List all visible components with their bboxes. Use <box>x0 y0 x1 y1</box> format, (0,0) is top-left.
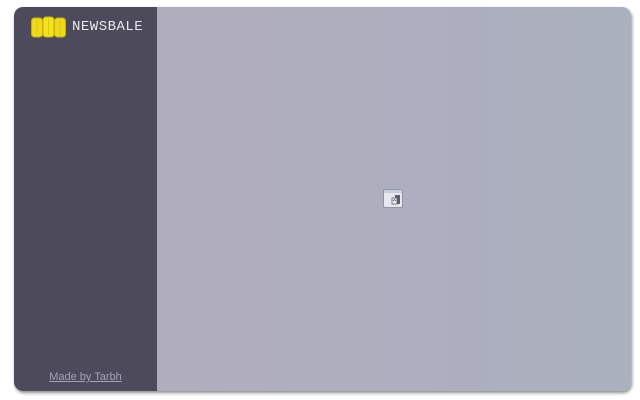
main-content <box>157 7 631 391</box>
app-window: NEWSBALE Made by Tarbh <box>14 7 631 391</box>
brand-name: NEWSBALE <box>72 19 144 35</box>
bale-icon <box>31 16 66 38</box>
sidebar: NEWSBALE Made by Tarbh <box>14 7 157 391</box>
broken-image-icon <box>383 189 403 208</box>
credit-link[interactable]: Made by Tarbh <box>14 371 157 383</box>
brand[interactable]: NEWSBALE <box>31 16 143 38</box>
